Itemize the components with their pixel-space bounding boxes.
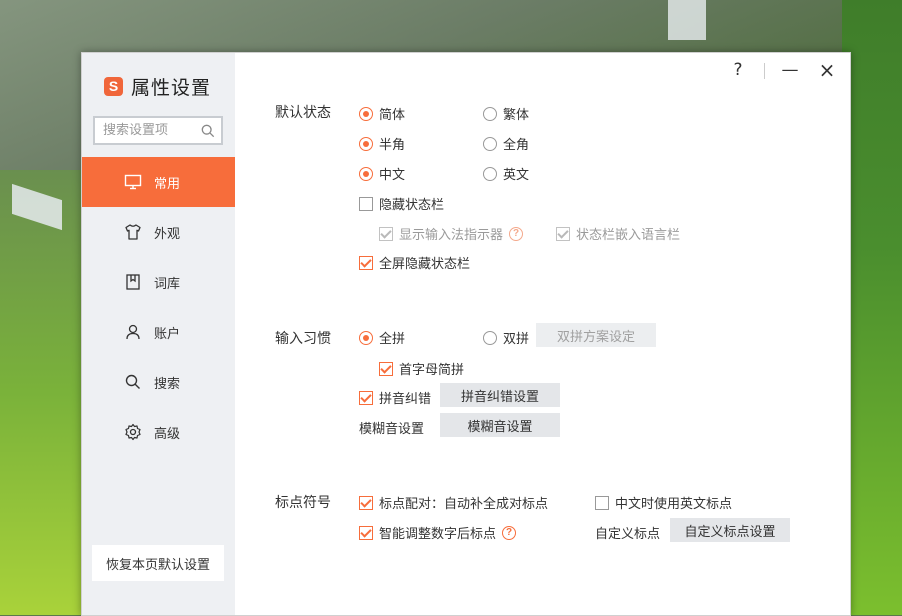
- checkbox-initial-abbrev[interactable]: 首字母简拼: [379, 359, 464, 378]
- search-icon[interactable]: [201, 123, 215, 139]
- double-pinyin-scheme-button[interactable]: 双拼方案设定: [536, 323, 656, 347]
- checkbox-label: 状态栏嵌入语言栏: [576, 228, 681, 243]
- watermark-logo: Bai 经验: [693, 542, 778, 567]
- sidebar-item-dictionary[interactable]: 词库: [82, 257, 235, 307]
- settings-search[interactable]: [93, 116, 223, 145]
- shirt-icon: [125, 224, 141, 240]
- search-input[interactable]: [101, 122, 201, 139]
- radio-label: 全角: [503, 138, 530, 153]
- radio-chinese[interactable]: 中文: [359, 164, 405, 183]
- checkbox-label: 拼音纠错: [379, 392, 432, 407]
- radio-label: 全拼: [379, 332, 406, 347]
- background-tree: [842, 0, 902, 615]
- sidebar-item-account[interactable]: 账户: [82, 307, 235, 357]
- checkbox-fullscreen-hide[interactable]: 全屏隐藏状态栏: [359, 253, 470, 272]
- settings-window: S 属性设置 常用 外观 词库: [81, 52, 851, 616]
- sidebar-item-label: 搜索: [154, 376, 181, 392]
- window-title: 属性设置: [131, 77, 212, 99]
- fuzzy-sound-settings-button[interactable]: 模糊音设置: [440, 413, 560, 437]
- sidebar-item-label: 词库: [154, 276, 181, 292]
- sidebar-item-label: 高级: [154, 426, 181, 442]
- checkbox-show-indicator[interactable]: 显示输入法指示器?: [379, 224, 524, 243]
- checkbox-control[interactable]: [359, 196, 373, 211]
- sidebar: S 属性设置 常用 外观 词库: [82, 53, 235, 615]
- checkbox-label: 标点配对：自动补全成对标点: [379, 497, 549, 512]
- close-button[interactable]: ×: [816, 59, 838, 81]
- section-default-state: 默认状态: [275, 105, 331, 121]
- fuzzy-sound-label: 模糊音设置: [359, 422, 425, 437]
- brand: S 属性设置: [104, 73, 211, 100]
- radio-control[interactable]: [483, 136, 497, 151]
- checkbox-label: 隐藏状态栏: [379, 198, 445, 213]
- checkbox-label: 显示输入法指示器: [399, 228, 504, 243]
- checkbox-label: 全屏隐藏状态栏: [379, 257, 471, 272]
- radio-control[interactable]: [483, 330, 497, 345]
- help-icon[interactable]: ?: [509, 226, 524, 241]
- radio-fullwidth[interactable]: 全角: [483, 134, 529, 153]
- titlebar-divider: [764, 63, 765, 79]
- checkbox-pinyin-correct[interactable]: 拼音纠错: [359, 388, 431, 407]
- sidebar-nav: 常用 外观 词库 账户 搜索 高级: [82, 157, 235, 457]
- radio-traditional[interactable]: 繁体: [483, 104, 529, 123]
- gear-icon: [125, 423, 141, 441]
- checkbox-control[interactable]: [359, 525, 373, 540]
- checkbox-label: 智能调整数字后标点: [379, 527, 497, 542]
- radio-label: 双拼: [503, 332, 530, 347]
- book-icon: [126, 274, 140, 290]
- checkbox-label: 中文时使用英文标点: [615, 497, 733, 512]
- monitor-icon: [124, 174, 142, 190]
- sidebar-item-label: 账户: [154, 326, 181, 342]
- radio-label: 半角: [379, 138, 406, 153]
- sidebar-item-label: 常用: [154, 176, 181, 192]
- checkbox-control[interactable]: [359, 390, 373, 405]
- minimize-button[interactable]: —: [779, 59, 801, 81]
- checkbox-statusbar-embed[interactable]: 状态栏嵌入语言栏: [556, 224, 680, 243]
- section-punctuation: 标点符号: [275, 495, 331, 511]
- baidu-jingyan-watermark: Bai 经验 jingyan.baidu.com: [693, 537, 853, 593]
- checkbox-label: 首字母简拼: [399, 363, 465, 378]
- checkbox-control[interactable]: [379, 361, 393, 376]
- custom-punct-label: 自定义标点: [595, 527, 661, 542]
- background-grass: [0, 170, 82, 615]
- radio-control[interactable]: [359, 136, 373, 151]
- checkbox-punct-pairing[interactable]: 标点配对：自动补全成对标点: [359, 493, 548, 512]
- reset-defaults-button[interactable]: 恢复本页默认设置: [92, 545, 224, 581]
- sidebar-item-label: 外观: [154, 226, 181, 242]
- checkbox-control[interactable]: [359, 495, 373, 510]
- radio-control[interactable]: [359, 166, 373, 181]
- radio-label: 简体: [379, 108, 406, 123]
- help-icon[interactable]: ?: [502, 525, 517, 540]
- checkbox-control[interactable]: [359, 255, 373, 270]
- help-button[interactable]: ?: [727, 59, 749, 81]
- radio-control[interactable]: [359, 330, 373, 345]
- radio-full-pinyin[interactable]: 全拼: [359, 328, 405, 347]
- radio-label: 繁体: [503, 108, 530, 123]
- radio-simplified[interactable]: 简体: [359, 104, 405, 123]
- search-icon: [125, 374, 140, 389]
- radio-control[interactable]: [359, 106, 373, 121]
- radio-halfwidth[interactable]: 半角: [359, 134, 405, 153]
- checkbox-english-punct[interactable]: 中文时使用英文标点: [595, 493, 732, 512]
- sidebar-item-common[interactable]: 常用: [82, 157, 235, 207]
- sidebar-item-advanced[interactable]: 高级: [82, 407, 235, 457]
- checkbox-control[interactable]: [556, 226, 570, 241]
- sidebar-item-appearance[interactable]: 外观: [82, 207, 235, 257]
- radio-control[interactable]: [483, 106, 497, 121]
- radio-english[interactable]: 英文: [483, 164, 529, 183]
- radio-double-pinyin[interactable]: 双拼: [483, 328, 529, 347]
- pinyin-correct-settings-button[interactable]: 拼音纠错设置: [440, 383, 560, 407]
- sidebar-item-search[interactable]: 搜索: [82, 357, 235, 407]
- radio-control[interactable]: [483, 166, 497, 181]
- checkbox-hide-statusbar[interactable]: 隐藏状态栏: [359, 194, 444, 213]
- checkbox-smart-adjust[interactable]: 智能调整数字后标点?: [359, 523, 517, 542]
- sogou-logo-icon: S: [104, 77, 123, 96]
- background-snow: [668, 0, 706, 40]
- radio-label: 英文: [503, 168, 530, 183]
- checkbox-control[interactable]: [595, 495, 609, 510]
- radio-label: 中文: [379, 168, 406, 183]
- section-input-habit: 输入习惯: [275, 331, 331, 347]
- watermark-url: jingyan.baidu.com: [693, 573, 790, 587]
- checkbox-control[interactable]: [379, 226, 393, 241]
- user-icon: [126, 324, 140, 340]
